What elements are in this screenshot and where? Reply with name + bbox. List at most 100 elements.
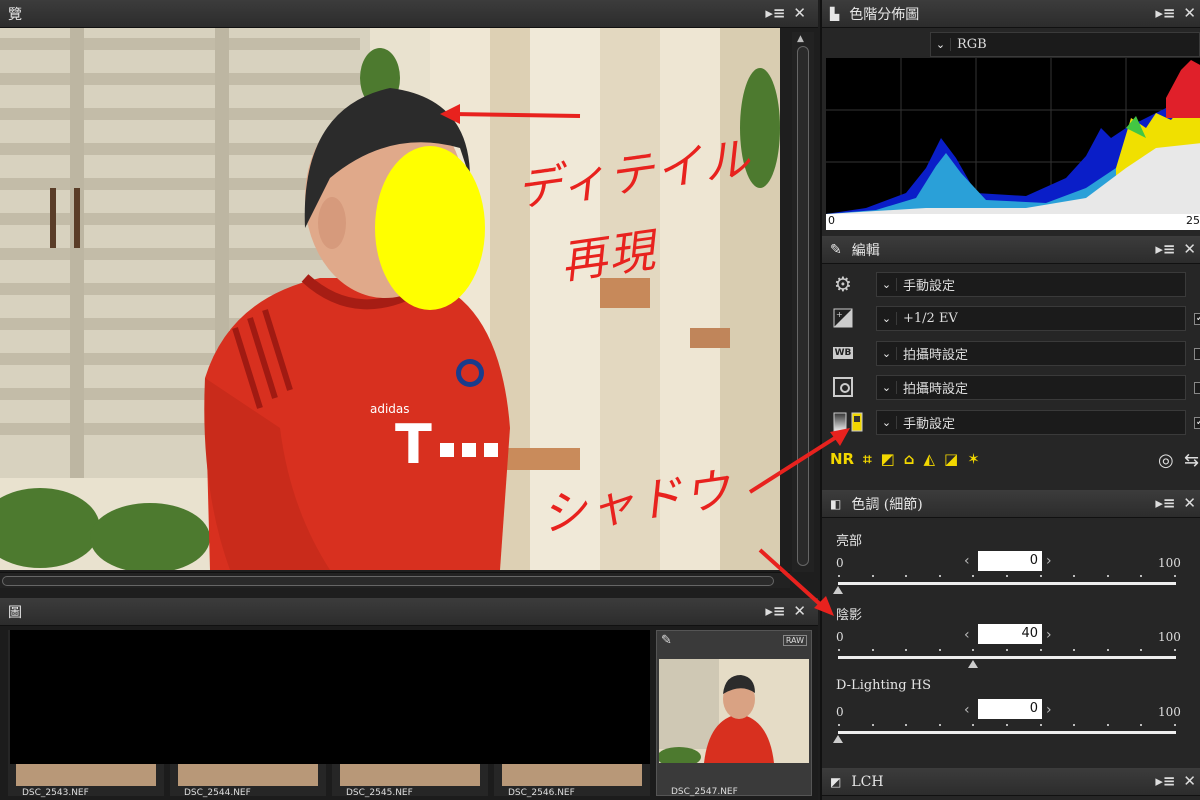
histogram-channel-select[interactable]: ⌄ RGB: [930, 32, 1200, 57]
photo-viewer[interactable]: T adidas ディテイル 再現 シャドウ: [0, 28, 780, 570]
filmstrip: DSC_2543.NEF DSC_2544.NEF DSC_2545.NEF D…: [0, 626, 818, 800]
d-lighting-slider-track[interactable]: [838, 731, 1176, 734]
panel-menu-icon[interactable]: ▸≡: [765, 4, 785, 22]
close-icon[interactable]: ✕: [793, 4, 806, 22]
svg-text:+: +: [836, 310, 843, 319]
highlights-value-input[interactable]: 0: [978, 551, 1042, 571]
retouch-icon[interactable]: ✶: [967, 450, 980, 468]
viewer-header: 覽 ▸≡ ✕: [0, 0, 818, 28]
straighten-icon[interactable]: ◩: [881, 450, 895, 468]
lch-title: LCH: [851, 773, 884, 790]
decrement-arrow-icon[interactable]: ‹: [964, 627, 970, 643]
highlights-slider-handle[interactable]: [833, 586, 843, 594]
lch-header: ◩ LCH ▸≡ ✕: [822, 768, 1200, 796]
picture-control-mode-select[interactable]: ⌄ 手動設定: [876, 272, 1186, 297]
slider-max: 100: [1158, 630, 1181, 644]
slider-max: 100: [1158, 705, 1181, 719]
exposure-icon[interactable]: +: [832, 307, 854, 329]
vignette-icon[interactable]: ◪: [944, 450, 958, 468]
dropdown-value: 手動設定: [903, 417, 956, 432]
exposure-select[interactable]: ⌄ +1/2 EV: [876, 306, 1186, 331]
slider-min: 0: [836, 705, 844, 719]
panel-menu-icon[interactable]: ▸≡: [1155, 4, 1175, 22]
histogram-icon: ▙: [830, 6, 840, 21]
filmstrip-header: 圖 ▸≡ ✕: [0, 598, 818, 626]
white-balance-checkbox[interactable]: [1194, 348, 1200, 360]
right-panel: ▙ 色階分佈圖 ▸≡ ✕ ⌄ RGB 0 25 ✎ 編輯 ▸≡ ✕ ⚙ ⌄ 手動…: [820, 0, 1200, 800]
histogram-axis-max: 25: [1186, 214, 1200, 227]
histogram-channel-value: RGB: [957, 37, 987, 52]
tone-icon[interactable]: [832, 411, 866, 433]
picture-control-icon[interactable]: [832, 376, 854, 398]
chevron-down-icon: ⌄: [931, 38, 951, 51]
histogram-title: 色階分佈圖: [849, 6, 920, 23]
exposure-checkbox[interactable]: ✓: [1194, 313, 1200, 325]
gear-icon[interactable]: ⚙: [832, 272, 854, 296]
annotation-reproduce: 再現: [557, 222, 660, 290]
shadows-slider-handle[interactable]: [968, 660, 979, 668]
close-icon[interactable]: ✕: [1183, 4, 1196, 22]
panel-menu-icon[interactable]: ▸≡: [1155, 772, 1175, 790]
tool-icons-row: NR ⌗ ◩ ⌂ ◭ ◪ ✶: [830, 450, 980, 468]
d-lighting-value-input[interactable]: 0: [978, 699, 1042, 719]
thumbnail-filename: DSC_2544.NEF: [184, 788, 251, 798]
tone-detail-icon: ◧: [830, 496, 842, 511]
panel-menu-icon[interactable]: ▸≡: [765, 602, 785, 620]
highlights-slider-track[interactable]: [838, 582, 1176, 585]
shadows-value-input[interactable]: 40: [978, 624, 1042, 644]
tone-detail-header: ◧ 色調 (細節) ▸≡ ✕: [822, 490, 1200, 518]
close-icon[interactable]: ✕: [793, 602, 806, 620]
thumbnail-filename: DSC_2547.NEF: [671, 787, 738, 797]
histogram-header: ▙ 色階分佈圖 ▸≡ ✕: [822, 0, 1200, 28]
slider-ticks: [838, 649, 1176, 655]
panel-menu-icon[interactable]: ▸≡: [1155, 494, 1175, 512]
reset-icon[interactable]: ⇆: [1184, 450, 1199, 471]
slider-min: 0: [836, 556, 844, 570]
thumbnail-item-selected[interactable]: ✎ RAW DSC_2547.NEF: [656, 630, 812, 797]
edited-icon: ✎: [661, 633, 672, 648]
decrement-arrow-icon[interactable]: ‹: [964, 702, 970, 718]
filmstrip-title: 圖: [8, 604, 22, 621]
increment-arrow-icon[interactable]: ›: [1046, 627, 1052, 643]
perspective-icon[interactable]: ◭: [924, 450, 936, 468]
chevron-down-icon: ⌄: [877, 416, 897, 429]
white-balance-select[interactable]: ⌄ 拍攝時設定: [876, 341, 1186, 366]
picture-control-checkbox[interactable]: [1194, 382, 1200, 394]
edit-icon: ✎: [830, 241, 842, 258]
picture-control-select[interactable]: ⌄ 拍攝時設定: [876, 375, 1186, 400]
shadows-slider-track[interactable]: [838, 656, 1176, 659]
dropdown-value: +1/2 EV: [903, 311, 958, 326]
history-icon[interactable]: ◎: [1158, 450, 1174, 471]
viewer-vertical-scrollbar[interactable]: ▲: [792, 32, 814, 572]
noise-reduction-icon[interactable]: NR: [830, 450, 854, 468]
tone-select[interactable]: ⌄ 手動設定: [876, 410, 1186, 435]
distortion-icon[interactable]: ⌂: [904, 450, 915, 468]
increment-arrow-icon[interactable]: ›: [1046, 702, 1052, 718]
crop-icon[interactable]: ⌗: [863, 450, 871, 468]
chevron-down-icon: ⌄: [877, 347, 897, 360]
viewer-title: 覽: [8, 6, 22, 23]
scrollbar-thumb[interactable]: [797, 46, 809, 566]
slider-min: 0: [836, 630, 844, 644]
white-balance-icon[interactable]: WB: [832, 342, 854, 364]
dropdown-value: 手動設定: [903, 279, 956, 294]
close-icon[interactable]: ✕: [1183, 772, 1196, 790]
viewer-horizontal-scrollbar[interactable]: [0, 572, 790, 588]
tone-checkbox[interactable]: ✓: [1194, 417, 1200, 429]
increment-arrow-icon[interactable]: ›: [1046, 553, 1052, 569]
d-lighting-slider-handle[interactable]: [833, 735, 843, 743]
dropdown-value: 拍攝時設定: [903, 382, 969, 397]
panel-menu-icon[interactable]: ▸≡: [1155, 240, 1175, 258]
thumbnail-filename: DSC_2543.NEF: [22, 788, 89, 798]
close-icon[interactable]: ✕: [1183, 240, 1196, 258]
shadows-label: 陰影: [836, 608, 863, 623]
slider-ticks: [838, 575, 1176, 581]
wb-label: WB: [832, 347, 854, 359]
raw-badge: RAW: [782, 635, 807, 646]
edit-title: 編輯: [851, 242, 880, 259]
decrement-arrow-icon[interactable]: ‹: [964, 553, 970, 569]
scrollbar-thumb[interactable]: [2, 576, 774, 586]
edit-header: ✎ 編輯 ▸≡ ✕: [822, 236, 1200, 264]
close-icon[interactable]: ✕: [1183, 494, 1196, 512]
highlights-label: 亮部: [836, 534, 863, 549]
